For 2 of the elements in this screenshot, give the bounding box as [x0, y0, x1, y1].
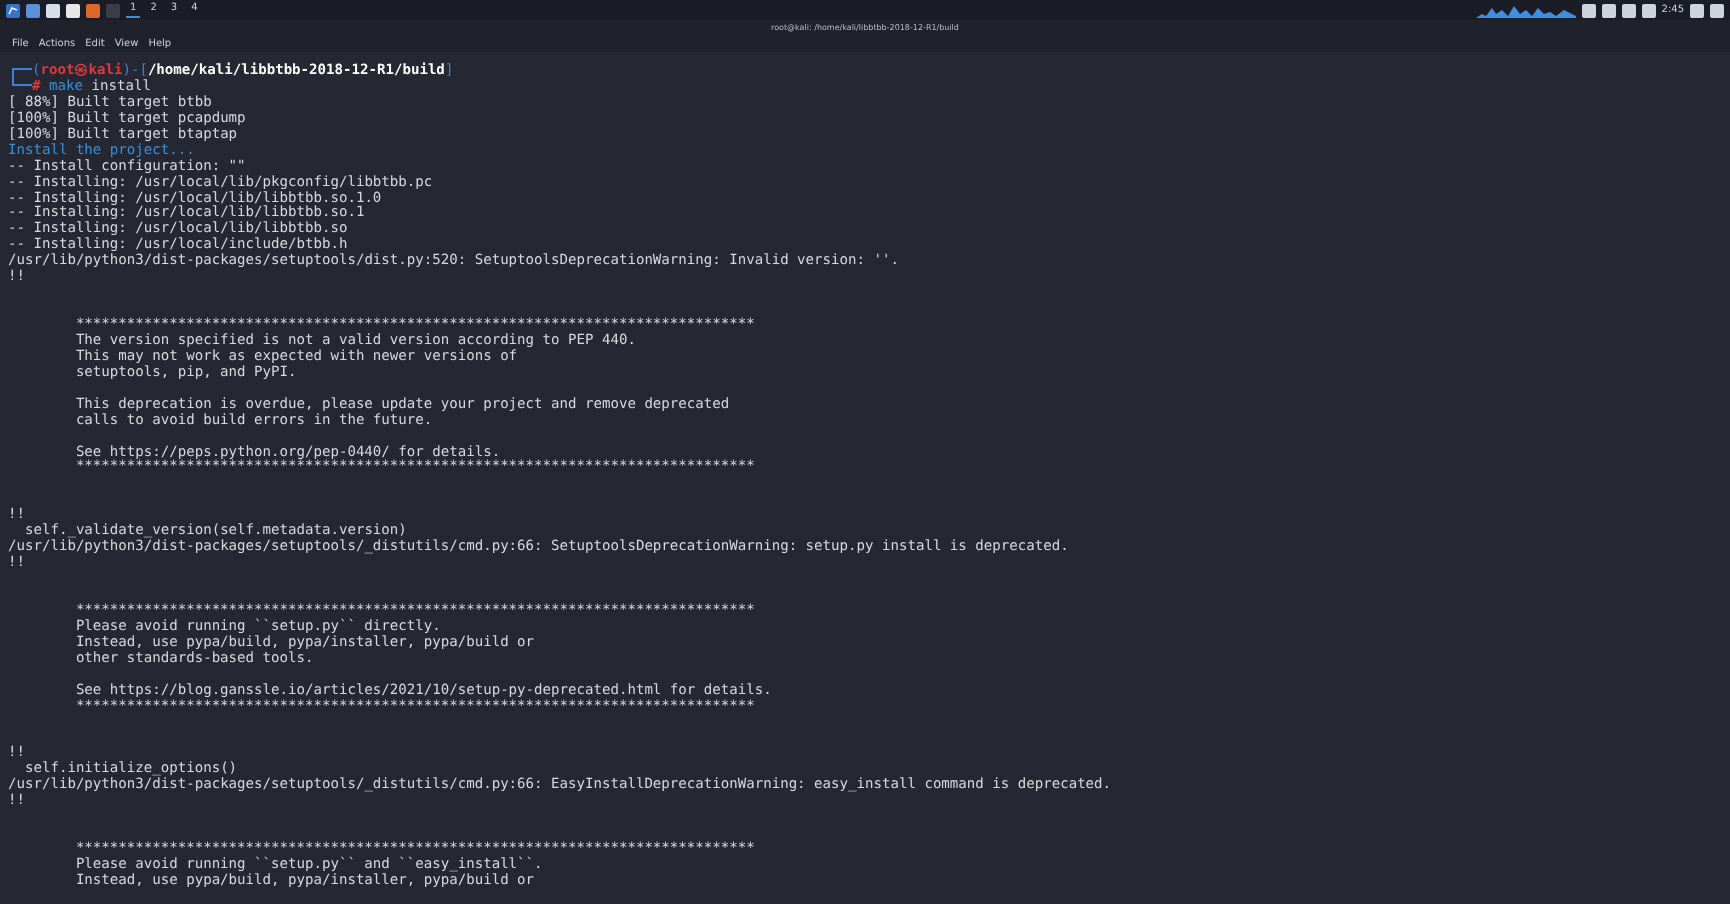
dragon-logo-icon[interactable] [6, 3, 20, 17]
network-graph-icon [1475, 3, 1576, 17]
